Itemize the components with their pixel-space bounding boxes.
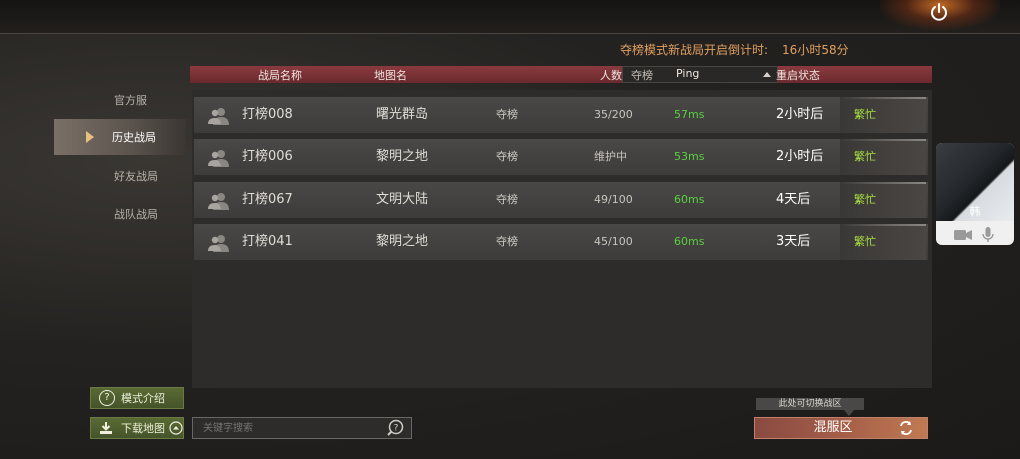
power-icon[interactable] (926, 1, 952, 23)
search-question-icon[interactable]: ? (386, 419, 404, 437)
status-highlight (840, 182, 926, 184)
table-row[interactable]: 打榜006 黎明之地 夺榜 维护中 53ms 2小时后 繁忙 (194, 139, 928, 175)
mode-name: 夺榜 (496, 108, 518, 121)
switch-zone-hint: 此处可切换战区 (756, 398, 864, 410)
server-name: 打榜067 (242, 192, 293, 207)
question-icon: ? (99, 390, 115, 406)
busy-status: 繁忙 (840, 97, 926, 133)
col-map-header[interactable]: 地图名 (374, 67, 407, 83)
table-header: 战局名称 地图名 夺榜 人数 Ping 重启状态 (190, 66, 932, 83)
download-map-button[interactable]: 下载地图 (90, 417, 184, 439)
mode-intro-label: 模式介绍 (121, 392, 165, 405)
sidebar-item-history[interactable]: 历史战局 (54, 119, 186, 155)
user-icon (208, 235, 229, 252)
table-row[interactable]: 打榜008 曙光群岛 夺榜 35/200 57ms 2小时后 繁忙 (194, 97, 928, 133)
sidebar-item-label: 战队战局 (114, 208, 158, 221)
sidebar-item-label: 历史战局 (112, 131, 156, 144)
mode-filter-select[interactable]: 夺榜 (622, 66, 778, 83)
up-arrow-icon (169, 421, 183, 435)
restart-status: 2小时后 (776, 107, 824, 122)
busy-status: 繁忙 (840, 224, 926, 260)
col-restart-header[interactable]: 重启状态 (776, 67, 820, 83)
player-count: 45/100 (594, 235, 633, 248)
video-call-card[interactable]: 韩 (936, 143, 1014, 245)
user-icon (208, 108, 229, 125)
sort-up-icon (763, 72, 771, 77)
col-ping-header[interactable]: Ping (676, 67, 699, 80)
sidebar-item-team[interactable]: 战队战局 (54, 196, 186, 232)
restart-status: 3天后 (776, 234, 811, 249)
countdown-value: 16小时58分 (782, 43, 849, 57)
restart-status: 4天后 (776, 192, 811, 207)
server-name: 打榜008 (242, 107, 293, 122)
mode-filter-value: 夺榜 (631, 69, 653, 82)
ping-value: 60ms (674, 193, 705, 206)
player-count: 49/100 (594, 193, 633, 206)
map-name: 文明大陆 (376, 192, 429, 207)
server-zone-label: 混服区 (813, 420, 853, 435)
server-name: 打榜006 (242, 149, 293, 164)
mode-intro-button[interactable]: ? 模式介绍 (90, 387, 184, 409)
busy-status: 繁忙 (840, 139, 926, 175)
map-name: 曙光群岛 (376, 107, 429, 122)
table-row[interactable]: 打榜067 文明大陆 夺榜 49/100 60ms 4天后 繁忙 (194, 182, 928, 218)
map-name: 黎明之地 (376, 149, 429, 164)
player-count: 35/200 (594, 108, 633, 121)
sidebar-item-label: 官方服 (114, 94, 147, 107)
hint-arrow (844, 410, 854, 416)
download-map-label: 下载地图 (121, 422, 165, 435)
col-name-header[interactable]: 战局名称 (258, 67, 302, 83)
refresh-icon[interactable] (898, 420, 914, 436)
ping-value: 53ms (674, 150, 705, 163)
status-highlight (840, 139, 926, 141)
ping-value: 57ms (674, 108, 705, 121)
countdown-label: 夺榜模式新战局开启倒计时: (620, 43, 769, 57)
col-players-header[interactable]: 人数 (600, 67, 622, 83)
mode-name: 夺榜 (496, 150, 518, 163)
countdown: 夺榜模式新战局开启倒计时: 16小时58分 (620, 41, 849, 58)
sidebar-item-official[interactable]: 官方服 (54, 82, 186, 118)
status-highlight (840, 224, 926, 226)
server-name: 打榜041 (242, 234, 293, 249)
top-bar (0, 0, 1020, 34)
ping-value: 60ms (674, 235, 705, 248)
search-input[interactable] (192, 417, 412, 439)
map-name: 黎明之地 (376, 234, 429, 249)
table-row[interactable]: 打榜041 黎明之地 夺榜 45/100 60ms 3天后 繁忙 (194, 224, 928, 260)
busy-status: 繁忙 (840, 182, 926, 218)
sidebar-item-label: 好友战局 (114, 170, 158, 183)
restart-status: 2小时后 (776, 149, 824, 164)
svg-text:?: ? (394, 424, 399, 434)
camera-icon[interactable] (954, 229, 972, 241)
mode-name: 夺榜 (496, 193, 518, 206)
user-icon (208, 193, 229, 210)
status-highlight (840, 97, 926, 99)
user-icon (208, 150, 229, 167)
video-caller-name: 韩 (969, 205, 981, 218)
mode-name: 夺榜 (496, 235, 518, 248)
download-icon (100, 422, 112, 434)
microphone-icon[interactable] (982, 227, 994, 243)
sidebar-item-friends[interactable]: 好友战局 (54, 158, 186, 194)
play-triangle-icon (86, 131, 94, 143)
player-count: 维护中 (594, 150, 627, 163)
